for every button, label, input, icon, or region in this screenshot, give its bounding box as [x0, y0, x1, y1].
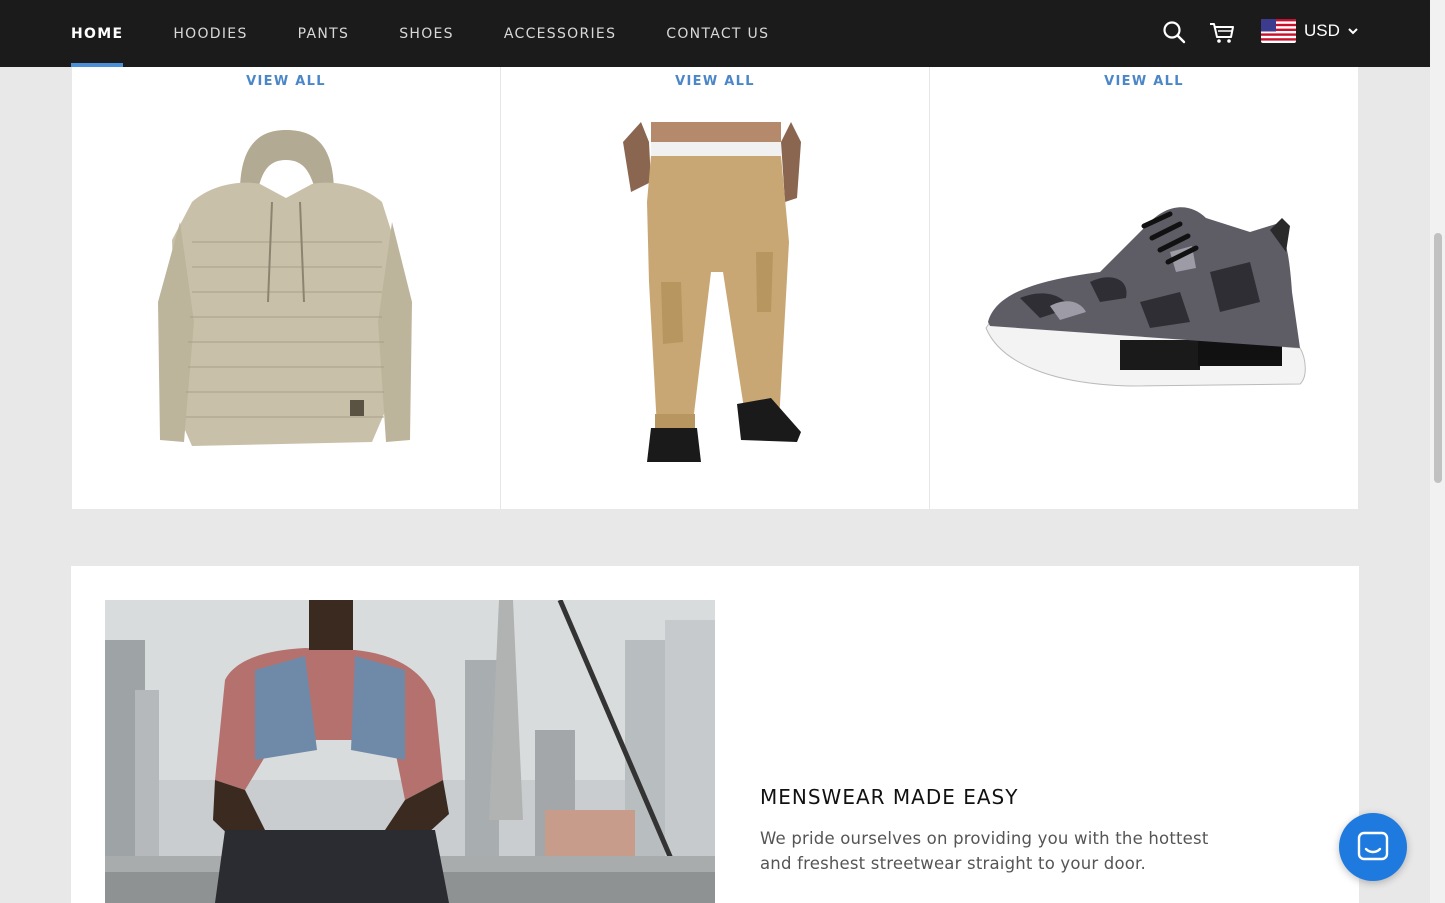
nav-home[interactable]: HOME [71, 0, 124, 67]
pants-image [623, 122, 801, 462]
collection-card-shoes[interactable]: VIEW ALL [930, 67, 1358, 509]
sneaker-image [985, 207, 1306, 387]
view-all-link[interactable]: VIEW ALL [930, 74, 1358, 89]
nav-hoodies[interactable]: HOODIES [173, 0, 247, 67]
nav-contact-us[interactable]: CONTACT US [666, 0, 769, 67]
feature-image [105, 600, 715, 903]
view-all-link[interactable]: VIEW ALL [72, 74, 500, 89]
search-icon[interactable] [1160, 18, 1188, 46]
hoodie-image [158, 130, 412, 447]
chat-launcher-button[interactable] [1339, 813, 1407, 881]
nav-pants[interactable]: PANTS [298, 0, 350, 67]
cart-icon[interactable] [1208, 18, 1236, 46]
scrollbar-thumb[interactable] [1434, 233, 1442, 483]
feature-section: MENSWEAR MADE EASY We pride ourselves on… [71, 566, 1359, 903]
collection-card-pants[interactable]: VIEW ALL [501, 67, 930, 509]
nav-shoes[interactable]: SHOES [399, 0, 454, 67]
collection-card-hoodies[interactable]: VIEW ALL [72, 67, 501, 509]
chat-icon [1357, 831, 1389, 861]
feature-title: MENSWEAR MADE EASY [760, 785, 1019, 809]
collection-grid: VIEW ALL VIEW ALL VIEW ALL [72, 67, 1358, 509]
feature-text: We pride ourselves on providing you with… [760, 829, 1209, 873]
us-flag-icon [1261, 19, 1296, 43]
view-all-link[interactable]: VIEW ALL [501, 74, 929, 89]
currency-label: USD [1304, 21, 1340, 40]
main-nav: HOME HOODIES PANTS SHOES ACCESSORIES CON… [71, 0, 819, 67]
chevron-down-icon [1348, 28, 1358, 35]
site-header: HOME HOODIES PANTS SHOES ACCESSORIES CON… [0, 0, 1430, 67]
nav-accessories[interactable]: ACCESSORIES [504, 0, 616, 67]
currency-selector[interactable]: USD [1261, 18, 1359, 44]
